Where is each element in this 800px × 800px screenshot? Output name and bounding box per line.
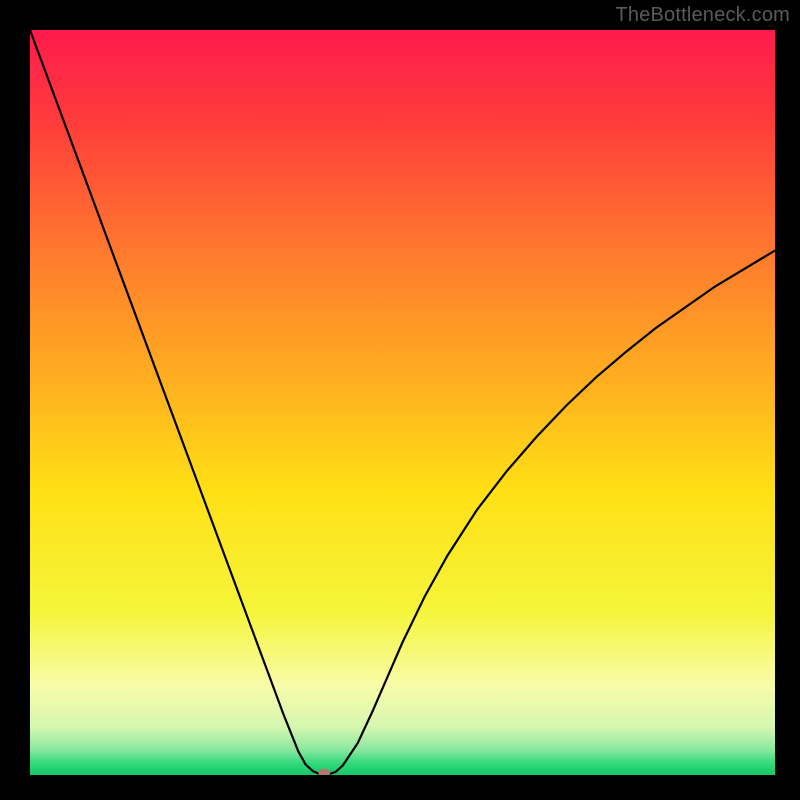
chart-frame	[30, 30, 775, 775]
gradient-background	[30, 30, 775, 775]
watermark-text: TheBottleneck.com	[615, 4, 790, 27]
bottleneck-chart	[30, 30, 775, 775]
